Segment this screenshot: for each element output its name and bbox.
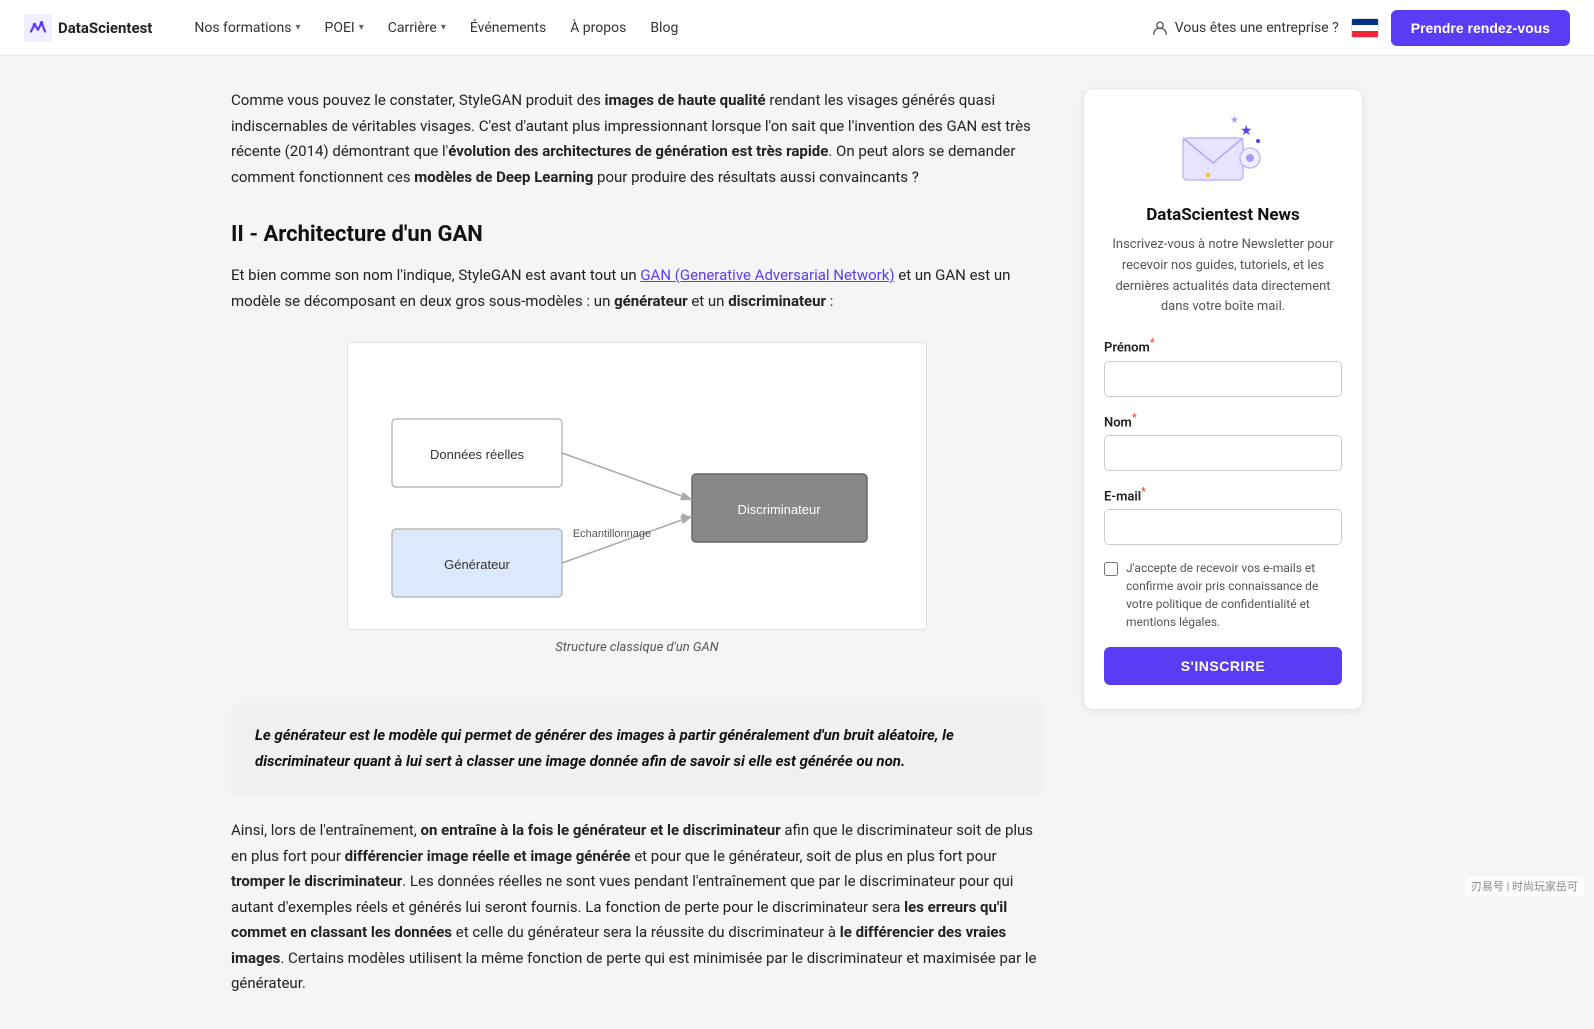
page-layout: Comme vous pouvez le constater, StyleGAN…: [207, 56, 1387, 1029]
language-flag[interactable]: [1351, 18, 1379, 38]
consent-label: J'accepte de recevoir vos e-mails et con…: [1126, 559, 1342, 631]
diagram-generateur-label: Générateur: [444, 557, 510, 572]
nav-links: Nos formations ▾ POEI ▾ Carrière ▾ Événe…: [184, 14, 1118, 42]
nav-carriere[interactable]: Carrière ▾: [378, 14, 456, 42]
consent-checkbox[interactable]: [1104, 562, 1118, 576]
diagram-echantillonnage-label: Echantillonnage: [573, 528, 651, 540]
nom-input[interactable]: [1104, 435, 1342, 471]
email-label: E-mail*: [1104, 485, 1342, 504]
prenom-group: Prénom*: [1104, 336, 1342, 396]
navbar: DataScientest Nos formations ▾ POEI ▾ Ca…: [0, 0, 1594, 56]
nav-evenements[interactable]: Événements: [460, 14, 556, 42]
diagram-container: Données réelles Générateur Discriminateu…: [231, 342, 1043, 679]
cta-button[interactable]: Prendre rendez-vous: [1391, 10, 1570, 46]
chevron-down-icon: ▾: [359, 22, 364, 33]
newsletter-desc: Inscrivez-vous à notre Newsletter pour r…: [1104, 235, 1342, 318]
newsletter-card: ★ ★ DataScientest News Inscrivez-vous à …: [1083, 88, 1363, 710]
enterprise-link[interactable]: Vous êtes une entreprise ?: [1151, 19, 1339, 37]
nav-formations[interactable]: Nos formations ▾: [184, 14, 310, 42]
subscribe-button[interactable]: S'INSCRIRE: [1104, 647, 1342, 685]
chevron-down-icon: ▾: [295, 22, 300, 33]
diagram-caption: Structure classique d'un GAN: [555, 640, 718, 655]
nav-poei[interactable]: POEI ▾: [315, 14, 374, 42]
nav-blog[interactable]: Blog: [640, 14, 688, 42]
nav-right: Vous êtes une entreprise ? Prendre rende…: [1151, 10, 1570, 46]
nom-label: Nom*: [1104, 411, 1342, 430]
section-intro: Et bien comme son nom l'indique, StyleGA…: [231, 263, 1043, 314]
body-text: Ainsi, lors de l'entraînement, on entraî…: [231, 818, 1043, 997]
logo-text: DataScientest: [58, 19, 152, 37]
section-title: II - Architecture d'un GAN: [231, 222, 1043, 247]
newsletter-title: DataScientest News: [1104, 205, 1342, 225]
newsletter-illustration: ★ ★: [1104, 113, 1342, 193]
prenom-label: Prénom*: [1104, 336, 1342, 355]
logo[interactable]: DataScientest: [24, 14, 152, 42]
watermark: 刃易号 | 时尚玩家岳可: [1465, 876, 1584, 896]
diagram-donnees-label: Données réelles: [430, 447, 524, 462]
svg-text:★: ★: [1240, 123, 1253, 139]
svg-text:★: ★: [1230, 115, 1239, 126]
main-content: Comme vous pouvez le constater, StyleGAN…: [231, 88, 1043, 997]
diagram-svg: Données réelles Générateur Discriminateu…: [347, 342, 927, 630]
diagram-discriminateur-label: Discriminateur: [737, 502, 821, 517]
consent-group: J'accepte de recevoir vos e-mails et con…: [1104, 559, 1342, 631]
nom-group: Nom*: [1104, 411, 1342, 471]
prenom-input[interactable]: [1104, 361, 1342, 397]
enterprise-icon: [1151, 19, 1169, 37]
email-group: E-mail*: [1104, 485, 1342, 545]
highlighted-block: Le générateur est le modèle qui permet d…: [231, 703, 1043, 794]
email-input[interactable]: [1104, 509, 1342, 545]
sidebar: ★ ★ DataScientest News Inscrivez-vous à …: [1083, 88, 1363, 710]
intro-paragraph: Comme vous pouvez le constater, StyleGAN…: [231, 88, 1043, 190]
gan-link[interactable]: GAN (Generative Adversarial Network): [640, 266, 894, 284]
chevron-down-icon: ▾: [441, 22, 446, 33]
nav-apropos[interactable]: À propos: [560, 14, 636, 42]
